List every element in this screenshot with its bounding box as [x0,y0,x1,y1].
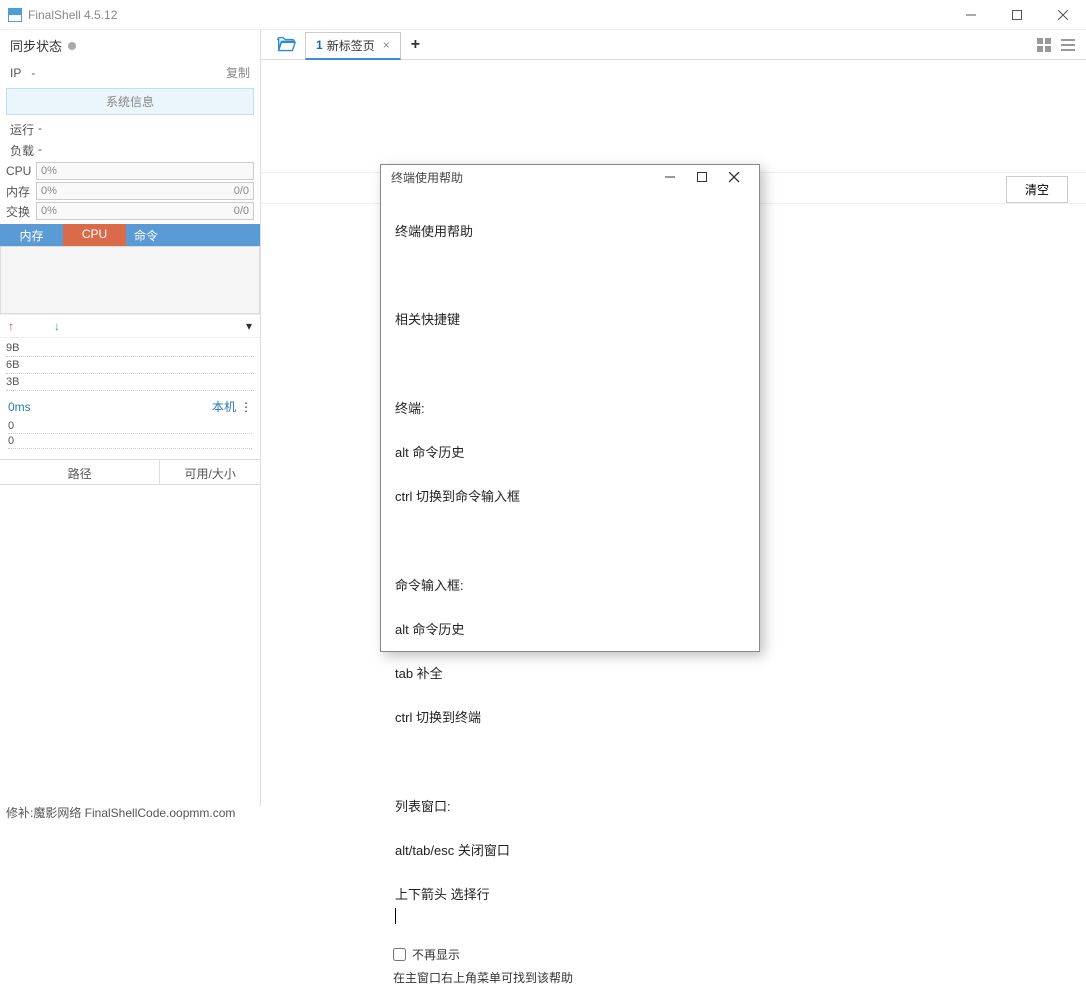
help-line: ctrl 切换到终端 [395,707,745,729]
list-view-icon[interactable] [1060,37,1076,53]
page-tab[interactable]: 1 新标签页 × [305,32,401,60]
cpu-meter: 0% [36,162,254,180]
help-line: ctrl 切换到命令输入框 [395,486,745,508]
ping-dropdown-icon[interactable]: ⋮ [240,400,252,414]
maximize-button[interactable] [994,0,1040,30]
tab-bar: 1 新标签页 × + [261,30,1086,60]
sidebar: 同步状态 IP - 复制 系统信息 运行- 负载- CPU 0% 内存 0%0/… [0,30,261,806]
dialog-close-button[interactable] [719,165,749,189]
dialog-body: 终端使用帮助 相关快捷键 终端: alt 命令历史 ctrl 切换到命令输入框 … [381,189,759,938]
load-value: - [38,142,42,159]
swap-meter: 0%0/0 [36,202,254,220]
help-dialog: 终端使用帮助 终端使用帮助 相关快捷键 终端: alt 命令历史 ctrl 切换… [380,164,760,652]
add-tab-button[interactable]: + [411,36,420,54]
close-button[interactable] [1040,0,1086,30]
load-label: 负载 [10,142,34,159]
upload-icon: ↑ [8,319,14,333]
swap-label: 交换 [6,203,36,220]
memory-label: 内存 [6,183,36,200]
usage-graph [0,246,260,314]
help-input-heading: 命令输入框: [395,575,745,597]
help-terminal-heading: 终端: [395,398,745,420]
uptime-label: 运行 [10,121,34,138]
tab-label: 新标签页 [327,37,375,54]
memory-meter: 0%0/0 [36,182,254,200]
dont-show-checkbox[interactable]: 不再显示 [393,946,747,963]
uptime-value: - [38,121,42,138]
help-line: alt 命令历史 [395,442,745,464]
close-tab-icon[interactable]: × [383,38,390,52]
tab-command[interactable]: 命令 [126,224,260,246]
dialog-title: 终端使用帮助 [391,169,463,186]
minimize-button[interactable] [948,0,994,30]
tab-cpu[interactable]: CPU [63,224,126,246]
download-icon: ↓ [54,319,60,333]
clear-button[interactable]: 清空 [1006,176,1068,203]
dialog-maximize-button[interactable] [687,165,717,189]
path-column-header[interactable]: 路径 [0,460,160,484]
dialog-footnote: 在主窗口右上角菜单可找到该帮助 [393,969,747,986]
copy-ip-button[interactable]: 复制 [226,64,250,81]
tab-memory[interactable]: 内存 [0,224,63,246]
ip-label: IP [10,66,21,80]
disk-list [0,485,260,806]
network-graph: 9B 6B 3B [0,338,260,394]
network-dropdown-icon[interactable]: ▾ [246,319,252,333]
tab-number: 1 [316,38,323,52]
grid-view-icon[interactable] [1036,37,1052,53]
sync-status-dot [68,42,76,50]
system-info-button[interactable]: 系统信息 [6,88,254,115]
help-shortcut-heading: 相关快捷键 [395,309,745,331]
help-heading: 终端使用帮助 [395,221,745,243]
size-column-header[interactable]: 可用/大小 [160,460,260,484]
cpu-label: CPU [6,164,36,178]
help-line: 上下箭头 选择行 [395,884,745,906]
window-title: FinalShell 4.5.12 [28,8,117,22]
ping-host: 本机 [212,398,236,415]
ping-graph: 0 0 [0,419,260,455]
ip-value: - [31,66,35,80]
ping-ms: 0ms [8,400,31,414]
open-folder-icon[interactable] [275,34,297,56]
window-titlebar: FinalShell 4.5.12 [0,0,1086,30]
status-bar: 修补:魔影网络 FinalShellCode.oopmm.com [0,802,241,823]
help-list-heading: 列表窗口: [395,796,745,818]
help-line: alt 命令历史 [395,619,745,641]
sync-status-label: 同步状态 [10,36,62,55]
help-line: tab 补全 [395,663,745,685]
dont-show-checkbox-input[interactable] [393,948,406,961]
app-icon [8,8,22,22]
help-line: alt/tab/esc 关闭窗口 [395,840,745,862]
dont-show-label: 不再显示 [412,946,460,963]
dialog-minimize-button[interactable] [655,165,685,189]
